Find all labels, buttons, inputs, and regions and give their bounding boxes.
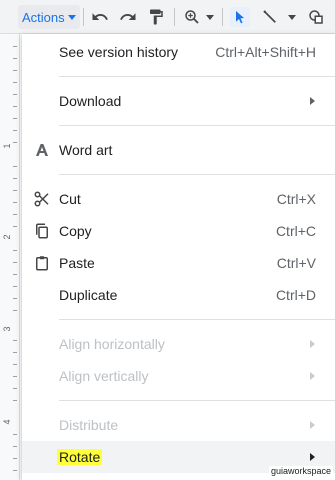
menu-item-label: Download	[59, 93, 122, 109]
menu-item-label: Cut	[59, 191, 81, 207]
menu-item-copy[interactable]: Copy Ctrl+C	[22, 215, 335, 247]
chevron-down-icon	[67, 14, 76, 20]
paint-format-icon[interactable]	[146, 7, 166, 27]
toolbar-divider	[222, 8, 223, 26]
undo-icon[interactable]	[90, 7, 110, 27]
shortcut-text: Ctrl+C	[275, 223, 316, 239]
clipboard-icon	[33, 254, 51, 272]
menu-item-cut[interactable]: Cut Ctrl+X	[22, 183, 335, 215]
menu-item-duplicate[interactable]: Duplicate Ctrl+D	[22, 279, 335, 311]
menu-item-align-horizontally: Align horizontally	[22, 328, 335, 360]
menu-item-label: Distribute	[59, 417, 119, 433]
chevron-down-icon[interactable]	[206, 15, 214, 20]
scissors-icon	[33, 190, 51, 208]
menu-divider	[59, 76, 335, 77]
redo-icon[interactable]	[118, 7, 138, 27]
menu-item-label: Copy	[59, 223, 92, 239]
select-icon[interactable]	[230, 7, 250, 27]
menu-item-distribute: Distribute	[22, 409, 335, 441]
ruler-number: 4	[2, 419, 12, 425]
chevron-right-icon	[310, 97, 315, 105]
shape-icon[interactable]	[306, 7, 326, 27]
menu-divider	[59, 400, 335, 401]
chevron-right-icon	[310, 421, 315, 429]
menu-item-version-history[interactable]: See version history Ctrl+Alt+Shift+H	[22, 36, 335, 68]
menu-item-label: Word art	[59, 142, 113, 158]
toolbar-divider	[83, 8, 84, 26]
drawing-editor: Actions 1 2 3 4 See version history Ctrl…	[0, 0, 335, 480]
menu-item-align-vertically: Align vertically	[22, 360, 335, 392]
zoom-icon[interactable]	[182, 7, 202, 27]
menu-divider	[59, 125, 335, 126]
menu-item-label: Align horizontally	[59, 336, 165, 352]
watermark: guiaworkspace	[268, 466, 333, 476]
copy-icon	[33, 222, 51, 240]
menu-item-download[interactable]: Download	[22, 85, 335, 117]
ruler-number: 3	[2, 326, 12, 332]
toolbar-divider	[174, 8, 175, 26]
actions-menu: See version history Ctrl+Alt+Shift+H Dow…	[22, 34, 335, 480]
menu-item-word-art[interactable]: Word art	[22, 134, 335, 166]
menu-item-label: Rotate	[57, 449, 103, 465]
menu-item-paste[interactable]: Paste Ctrl+V	[22, 247, 335, 279]
chevron-right-icon	[310, 453, 315, 461]
ruler-number: 2	[2, 234, 12, 240]
ruler-number: 1	[2, 143, 12, 149]
shortcut-text: Ctrl+V	[276, 255, 316, 271]
shortcut-text: Ctrl+Alt+Shift+H	[215, 44, 316, 60]
menu-divider	[59, 319, 335, 320]
menu-divider	[59, 174, 335, 175]
actions-menu-button[interactable]: Actions	[18, 5, 80, 29]
menu-item-label: Paste	[59, 255, 95, 271]
menu-item-label: See version history	[59, 44, 179, 60]
shortcut-text: Ctrl+D	[275, 287, 316, 303]
menu-item-label: Align vertically	[59, 368, 149, 384]
toolbar: Actions	[0, 0, 335, 34]
chevron-right-icon	[310, 340, 315, 348]
menu-item-label-wrap: Rotate	[57, 449, 103, 465]
actions-label: Actions	[22, 9, 65, 25]
chevron-right-icon	[310, 372, 315, 380]
line-icon[interactable]	[260, 7, 280, 27]
menu-item-label: Duplicate	[59, 287, 118, 303]
chevron-down-icon[interactable]	[288, 15, 296, 20]
vertical-ruler: 1 2 3 4	[0, 34, 20, 480]
shortcut-text: Ctrl+X	[276, 191, 316, 207]
word-art-icon	[33, 141, 51, 159]
